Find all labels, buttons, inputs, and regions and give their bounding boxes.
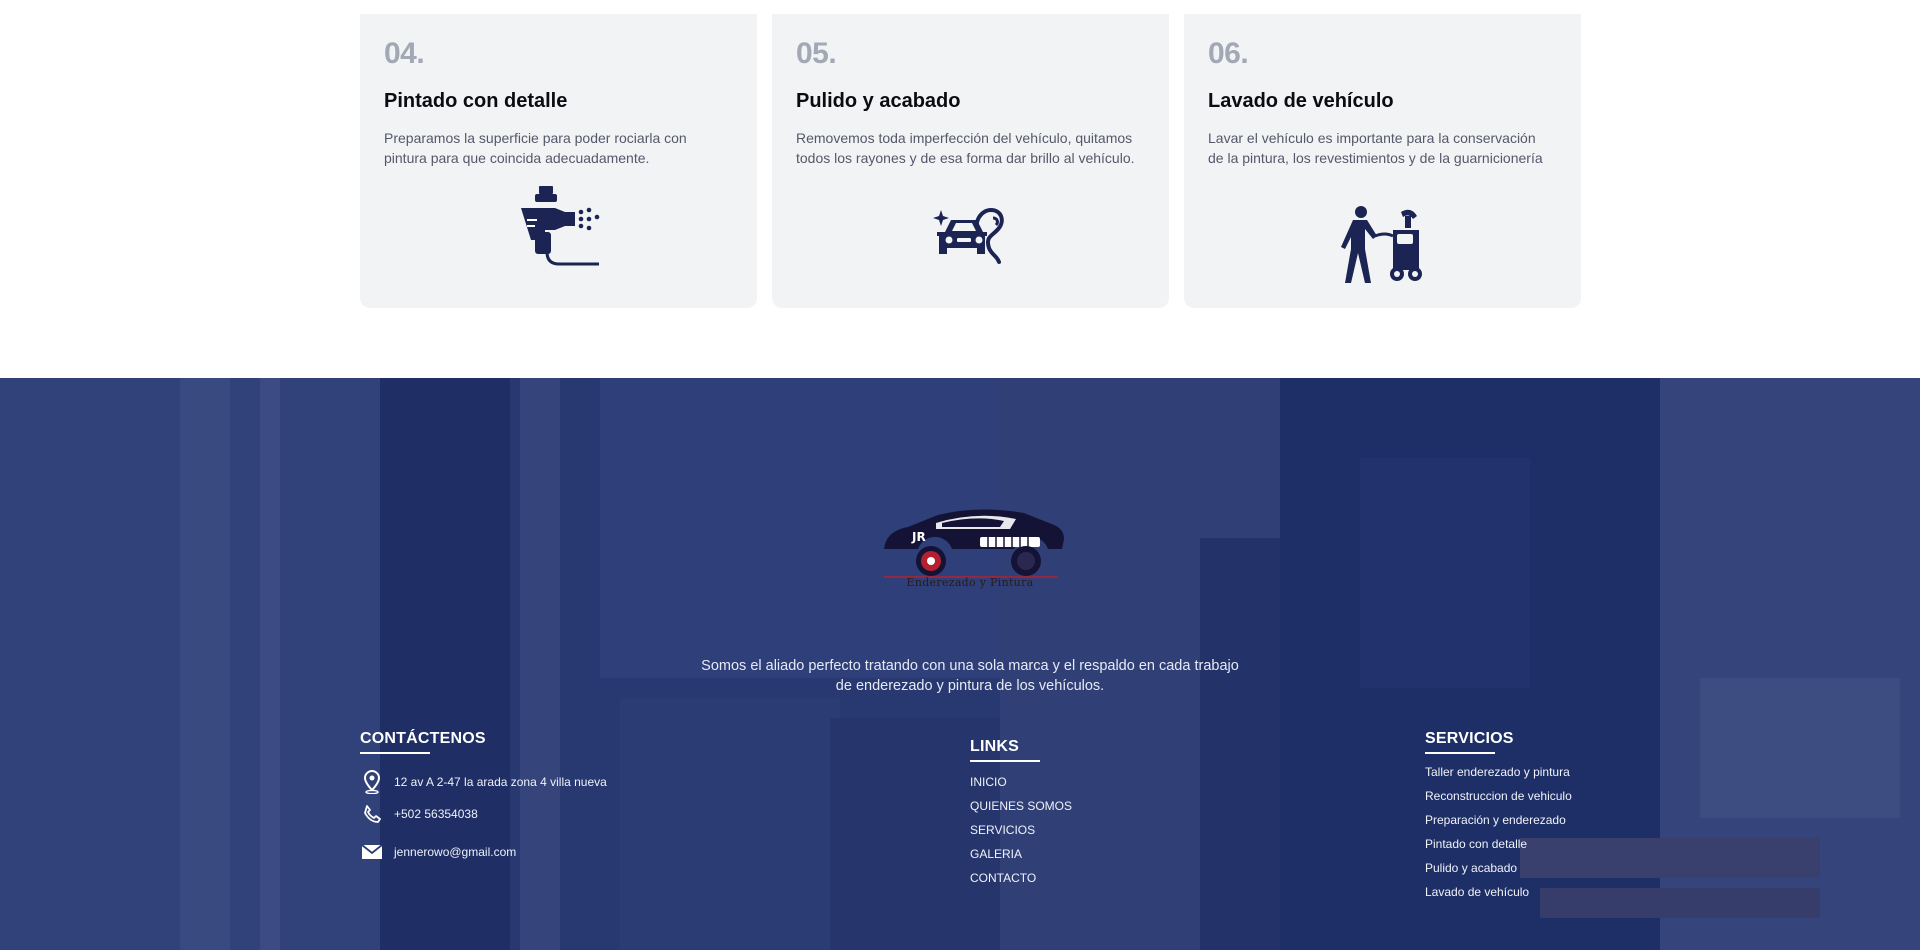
email-text: jennerowo@gmail.com <box>394 845 517 859</box>
address-text: 12 av A 2-47 la arada zona 4 villa nueva <box>394 775 607 789</box>
service-card-painting: 04. Pintado con detalle Preparamos la su… <box>360 14 757 308</box>
footer-link-contacto[interactable]: CONTACTO <box>970 866 1090 890</box>
spray-gun-icon <box>517 184 601 273</box>
links-column: LINKS INICIO QUIENES SOMOS SERVICIOS GAL… <box>970 738 1090 890</box>
card-description: Preparamos la superficie para poder roci… <box>384 130 687 166</box>
card-title: Pulido y acabado <box>796 90 961 112</box>
links-list: INICIO QUIENES SOMOS SERVICIOS GALERIA C… <box>970 770 1090 890</box>
logo-caption: Enderezado y Pintura <box>906 576 1034 589</box>
service-link[interactable]: Pulido y acabado <box>1425 856 1665 880</box>
contact-email[interactable]: jennerowo@gmail.com <box>360 840 516 864</box>
service-link[interactable]: Pintado con detalle <box>1425 832 1665 856</box>
contact-address: 12 av A 2-47 la arada zona 4 villa nueva <box>360 770 607 794</box>
service-card-polishing: 05. Pulido y acabado Removemos toda impe… <box>772 14 1169 308</box>
title-underline <box>970 760 1040 762</box>
service-link[interactable]: Reconstruccion de vehiculo <box>1425 784 1665 808</box>
services-cards-section: 04. Pintado con detalle Preparamos la su… <box>0 0 1920 378</box>
contact-column: CONTÁCTENOS 12 av A 2-47 la arada zona 4… <box>360 730 680 859</box>
card-number: 05. <box>796 37 837 70</box>
polished-car-icon <box>931 204 1011 281</box>
card-description: Lavar el vehículo es importante para la … <box>1208 130 1543 166</box>
footer-link-quienes-somos[interactable]: QUIENES SOMOS <box>970 794 1090 818</box>
service-link[interactable]: Lavado de vehículo <box>1425 880 1665 904</box>
service-link[interactable]: Taller enderezado y pintura <box>1425 760 1665 784</box>
footer-link-servicios[interactable]: SERVICIOS <box>970 818 1090 842</box>
phone-text: +502 56354038 <box>394 807 478 821</box>
car-wash-icon <box>1340 204 1425 293</box>
title-underline <box>1425 752 1495 754</box>
contact-phone[interactable]: +502 56354038 <box>360 802 478 826</box>
card-title: Lavado de vehículo <box>1208 90 1394 112</box>
card-title: Pintado con detalle <box>384 90 568 112</box>
location-pin-icon <box>360 770 384 794</box>
services-column: SERVICIOS Taller enderezado y pintura Re… <box>1425 730 1665 904</box>
contact-title: CONTÁCTENOS <box>360 730 486 747</box>
footer-link-galeria[interactable]: GALERIA <box>970 842 1090 866</box>
service-card-washing: 06. Lavado de vehículo Lavar el vehículo… <box>1184 14 1581 308</box>
mail-icon <box>360 840 384 864</box>
links-title: LINKS <box>970 738 1019 755</box>
service-link[interactable]: Preparación y enderezado <box>1425 808 1665 832</box>
services-title: SERVICIOS <box>1425 730 1514 747</box>
title-underline <box>360 752 430 754</box>
site-footer: JR Enderezado y Pintura Somos el aliado … <box>0 378 1920 950</box>
card-number: 06. <box>1208 37 1249 70</box>
svg-text:JR: JR <box>911 530 926 544</box>
services-list: Taller enderezado y pintura Reconstrucci… <box>1425 760 1665 904</box>
phone-icon <box>360 802 384 826</box>
footer-link-inicio[interactable]: INICIO <box>970 770 1090 794</box>
card-number: 04. <box>384 37 425 70</box>
card-description: Removemos toda imperfección del vehículo… <box>796 130 1135 166</box>
footer-tagline: Somos el aliado perfecto tratando con un… <box>701 658 1239 694</box>
